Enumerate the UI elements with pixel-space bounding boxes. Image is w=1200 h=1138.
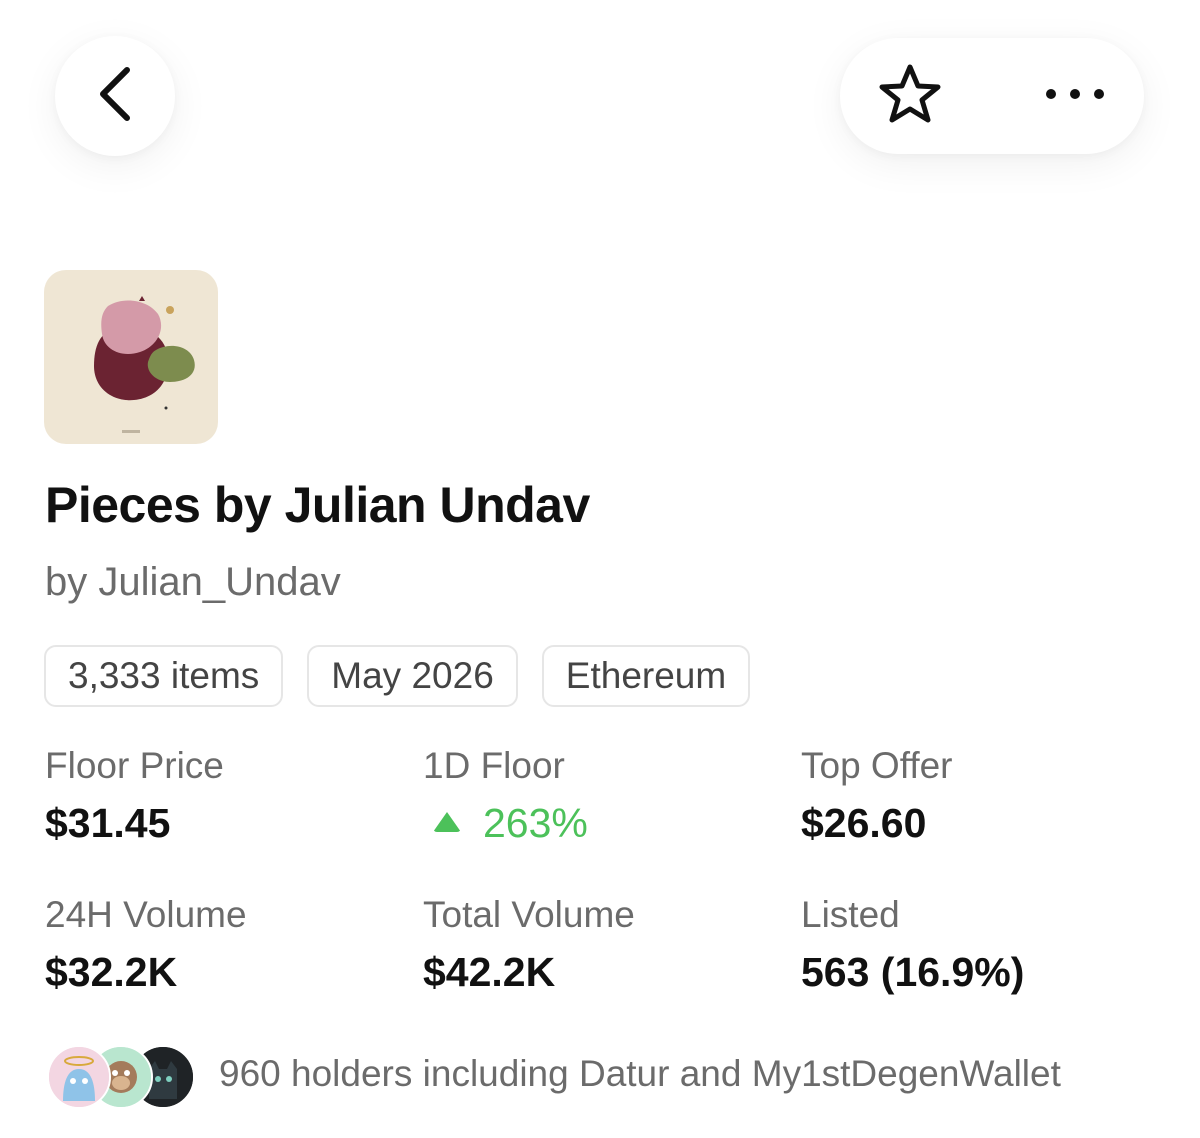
stat-value: $26.60 (801, 800, 927, 846)
collection-page: Pieces by Julian Undav by Julian_Undav 3… (0, 0, 1200, 1138)
collection-tags: 3,333 items May 2026 Ethereum (44, 645, 751, 707)
collection-image[interactable] (44, 270, 218, 444)
stat-label: 24H Volume (45, 894, 247, 935)
items-count-chip: 3,333 items (44, 645, 284, 707)
favorite-button[interactable] (870, 56, 950, 136)
stat-24h-volume: 24H Volume $32.2K (45, 893, 247, 997)
more-button[interactable] (1030, 56, 1120, 136)
percent-change: 263% (483, 800, 588, 846)
stat-total-volume: Total Volume $42.2K (423, 893, 635, 997)
creator-link[interactable]: by Julian_Undav (45, 560, 341, 605)
created-date-chip: May 2026 (307, 645, 518, 707)
stat-label: Top Offer (801, 745, 953, 786)
stat-value: 563 (16.9%) (801, 949, 1025, 995)
chain-chip: Ethereum (541, 645, 751, 707)
stat-value: 263% (423, 798, 588, 848)
stat-top-offer: Top Offer $26.60 (801, 744, 953, 848)
holder-avatars[interactable] (47, 1045, 197, 1109)
stat-floor-price: Floor Price $31.45 (45, 744, 224, 848)
stat-1d-floor: 1D Floor 263% (423, 744, 588, 848)
stat-value: $42.2K (423, 949, 556, 995)
stat-value: $31.45 (45, 800, 171, 846)
collection-title: Pieces by Julian Undav (45, 477, 590, 533)
header-actions (840, 38, 1144, 154)
chevron-left-icon (95, 66, 135, 127)
back-button[interactable] (55, 36, 175, 156)
avatar (47, 1045, 111, 1109)
stat-listed: Listed 563 (16.9%) (801, 893, 1024, 997)
stat-label: 1D Floor (423, 745, 565, 786)
stat-label: Total Volume (423, 894, 635, 935)
stat-value: $32.2K (45, 949, 178, 995)
holders-summary[interactable]: 960 holders including Datur and My1stDeg… (219, 1053, 1061, 1095)
star-outline-icon (878, 63, 942, 130)
trend-up-icon (433, 812, 461, 833)
stat-label: Floor Price (45, 745, 224, 786)
stat-label: Listed (801, 894, 900, 935)
ellipsis-horizontal-icon (1043, 87, 1107, 106)
